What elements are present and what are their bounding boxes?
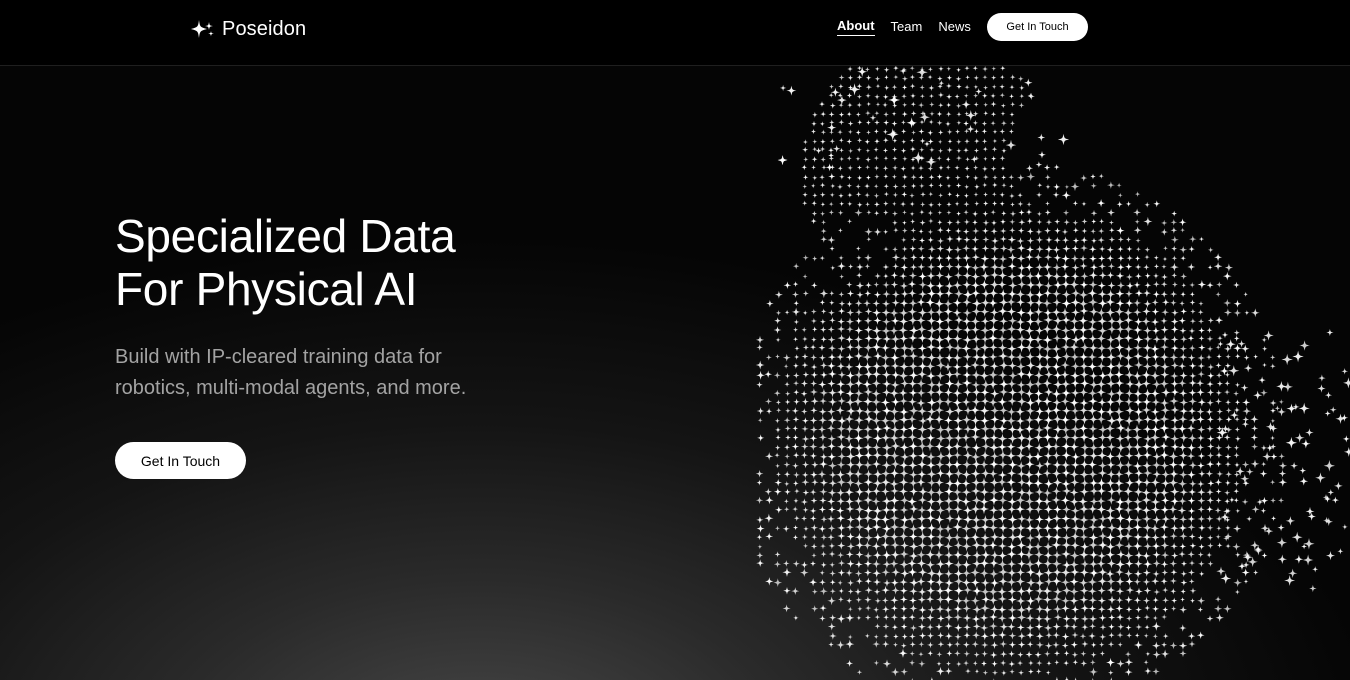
nav-link-news[interactable]: News: [938, 19, 971, 36]
primary-nav: About Team News: [837, 13, 987, 41]
sparkles-icon: [191, 20, 214, 38]
hero-get-in-touch-button[interactable]: Get In Touch: [115, 442, 246, 479]
hero-title: Specialized Data For Physical AI: [115, 210, 675, 316]
hero-subtitle-line-1: Build with IP-cleared training data for: [115, 346, 442, 368]
hero-subtitle: Build with IP-cleared training data for …: [115, 342, 535, 404]
hero-section: Specialized Data For Physical AI Build w…: [115, 210, 675, 479]
top-navbar: Poseidon About Team News Get In Touch: [0, 0, 1350, 66]
hero-title-line-2: For Physical AI: [115, 263, 418, 315]
brand-name: Poseidon: [222, 17, 307, 40]
landing-page: Poseidon About Team News Get In Touch Sp…: [0, 0, 1350, 680]
nav-get-in-touch-button[interactable]: Get In Touch: [987, 13, 1088, 41]
hero-title-line-1: Specialized Data: [115, 210, 456, 262]
brand-logo[interactable]: Poseidon: [190, 15, 306, 43]
nav-link-team[interactable]: Team: [891, 19, 923, 36]
hero-subtitle-line-2: robotics, multi-modal agents, and more.: [115, 377, 467, 399]
nav-link-about[interactable]: About: [837, 18, 875, 36]
